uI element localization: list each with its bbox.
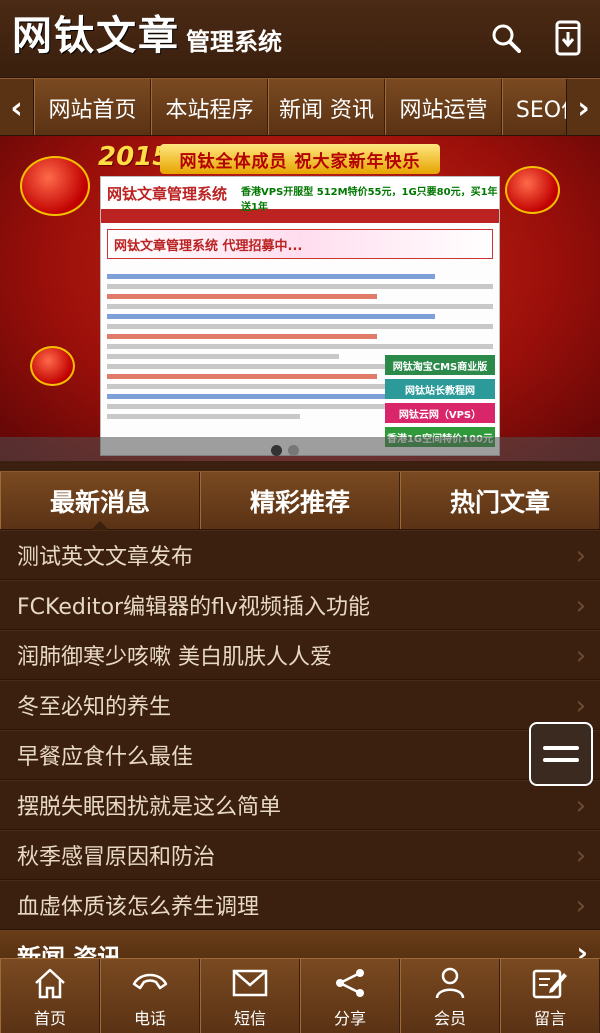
- lantern-decoration: [505, 166, 560, 214]
- share-icon: [330, 965, 370, 1001]
- footer-label: 短信: [233, 1009, 266, 1028]
- nav-item-operations[interactable]: 网站运营: [385, 79, 502, 135]
- nav-items: 网站首页 本站程序 新闻 资讯 网站运营 SEO优化: [34, 79, 600, 135]
- list-item-title: FCKeditor编辑器的flv视频插入功能: [17, 595, 370, 620]
- user-icon: [430, 965, 470, 1001]
- shot-logo: 网钛文章管理系统: [107, 184, 228, 203]
- list-item-title: 冬至必知的养生: [17, 695, 172, 720]
- mail-icon: [230, 965, 270, 1001]
- logo-sub-text: 管理系统: [186, 28, 282, 56]
- footer-message-button[interactable]: 留言: [500, 959, 600, 1033]
- tab-popular[interactable]: 热门文章: [400, 472, 600, 529]
- list-item[interactable]: 润肺御寒少咳嗽 美白肌肤人人爱 ›: [0, 630, 600, 680]
- footer-member-button[interactable]: 会员: [400, 959, 500, 1033]
- article-list: 测试英文文章发布 › FCKeditor编辑器的flv视频插入功能 › 润肺御寒少咳…: [0, 530, 600, 930]
- main-nav: ‹ 网站首页 本站程序 新闻 资讯 网站运营 SEO优化 ›: [0, 78, 600, 136]
- footer-share-button[interactable]: 分享: [300, 959, 400, 1033]
- footer-label: 分享: [333, 1009, 366, 1028]
- footer-sms-button[interactable]: 短信: [200, 959, 300, 1033]
- list-item-title: 测试英文文章发布: [17, 545, 194, 570]
- list-item[interactable]: 摆脱失眠困扰就是这么简单 ›: [0, 780, 600, 830]
- shot-box: 网钛云网（VPS）: [385, 403, 495, 423]
- shot-box: 网钛淘宝CMS商业版: [385, 355, 495, 375]
- chevron-right-icon: ›: [575, 791, 586, 821]
- content-tabs: 最新消息 精彩推荐 热门文章: [0, 471, 600, 530]
- menu-icon[interactable]: [529, 722, 593, 786]
- nav-item-programs[interactable]: 本站程序: [151, 79, 268, 135]
- edit-icon: [530, 965, 570, 1001]
- footer-home-button[interactable]: 首页: [0, 959, 100, 1033]
- nav-item-news[interactable]: 新闻 资讯: [268, 79, 385, 135]
- shot-ad: 网钛文章管理系统 代理招募中...: [107, 229, 493, 259]
- nav-item-home[interactable]: 网站首页: [34, 79, 151, 135]
- list-item[interactable]: 冬至必知的养生 ›: [0, 680, 600, 730]
- nav-next-button[interactable]: ›: [566, 79, 600, 135]
- home-icon: [30, 965, 70, 1001]
- banner-screenshot: 网钛文章管理系统 香港VPS开服型 512M特价55元，1G只要80元，买1年送…: [100, 176, 500, 456]
- shot-box: 网钛站长教程网: [385, 379, 495, 399]
- chevron-right-icon: ›: [575, 841, 586, 871]
- lantern-decoration: [20, 156, 90, 216]
- list-item-title: 早餐应食什么最佳: [17, 745, 194, 770]
- chevron-right-icon: ›: [575, 891, 586, 921]
- chevron-right-icon: ›: [575, 641, 586, 671]
- tab-recommended[interactable]: 精彩推荐: [200, 472, 400, 529]
- mobile-icon[interactable]: [548, 18, 588, 58]
- site-logo[interactable]: 网钛文章 管理系统: [12, 12, 282, 60]
- chevron-right-icon: ›: [575, 591, 586, 621]
- footer-label: 首页: [33, 1009, 66, 1028]
- list-item[interactable]: 血虚体质该怎么养生调理 ›: [0, 880, 600, 930]
- tab-latest[interactable]: 最新消息: [0, 472, 200, 530]
- list-item[interactable]: 测试英文文章发布 ›: [0, 530, 600, 580]
- banner-slider[interactable]: 2015 网钛全体成员 祝大家新年快乐 网钛文章管理系统 香港VPS开服型 51…: [0, 136, 600, 461]
- chevron-right-icon: ›: [575, 541, 586, 571]
- phone-icon: [130, 965, 170, 1001]
- list-item-title: 血虚体质该怎么养生调理: [17, 895, 260, 920]
- list-item[interactable]: 早餐应食什么最佳›: [0, 730, 600, 780]
- list-item-title: 润肺御寒少咳嗽 美白肌肤人人爱: [17, 645, 332, 670]
- shot-promo: 香港VPS开服型 512M特价55元，1G只要80元，买1年送1年: [241, 187, 498, 213]
- banner-title: 网钛全体成员 祝大家新年快乐: [160, 144, 440, 174]
- list-item[interactable]: 秋季感冒原因和防治 ›: [0, 830, 600, 880]
- slide-dot-active[interactable]: [271, 445, 282, 456]
- footer-label: 留言: [533, 1009, 566, 1028]
- footer-phone-button[interactable]: 电话: [100, 959, 200, 1033]
- app-header: 网钛文章 管理系统: [0, 0, 600, 78]
- footer-label: 会员: [433, 1009, 466, 1028]
- list-item-title: 秋季感冒原因和防治: [17, 845, 216, 870]
- list-item[interactable]: FCKeditor编辑器的flv视频插入功能 ›: [0, 580, 600, 630]
- footer-label: 电话: [133, 1009, 166, 1028]
- chevron-right-icon: ›: [575, 691, 586, 721]
- slide-dot[interactable]: [288, 445, 299, 456]
- bottom-toolbar: 首页 电话 短信 分享 会员 留言: [0, 958, 600, 1033]
- logo-main-text: 网钛文章: [12, 13, 180, 59]
- slide-indicator: [271, 445, 299, 456]
- lantern-decoration: [30, 346, 75, 386]
- list-item-title: 摆脱失眠困扰就是这么简单: [17, 795, 282, 820]
- nav-prev-button[interactable]: ‹: [0, 79, 34, 135]
- search-icon[interactable]: [486, 18, 526, 58]
- banner-caption-bar: [0, 437, 600, 461]
